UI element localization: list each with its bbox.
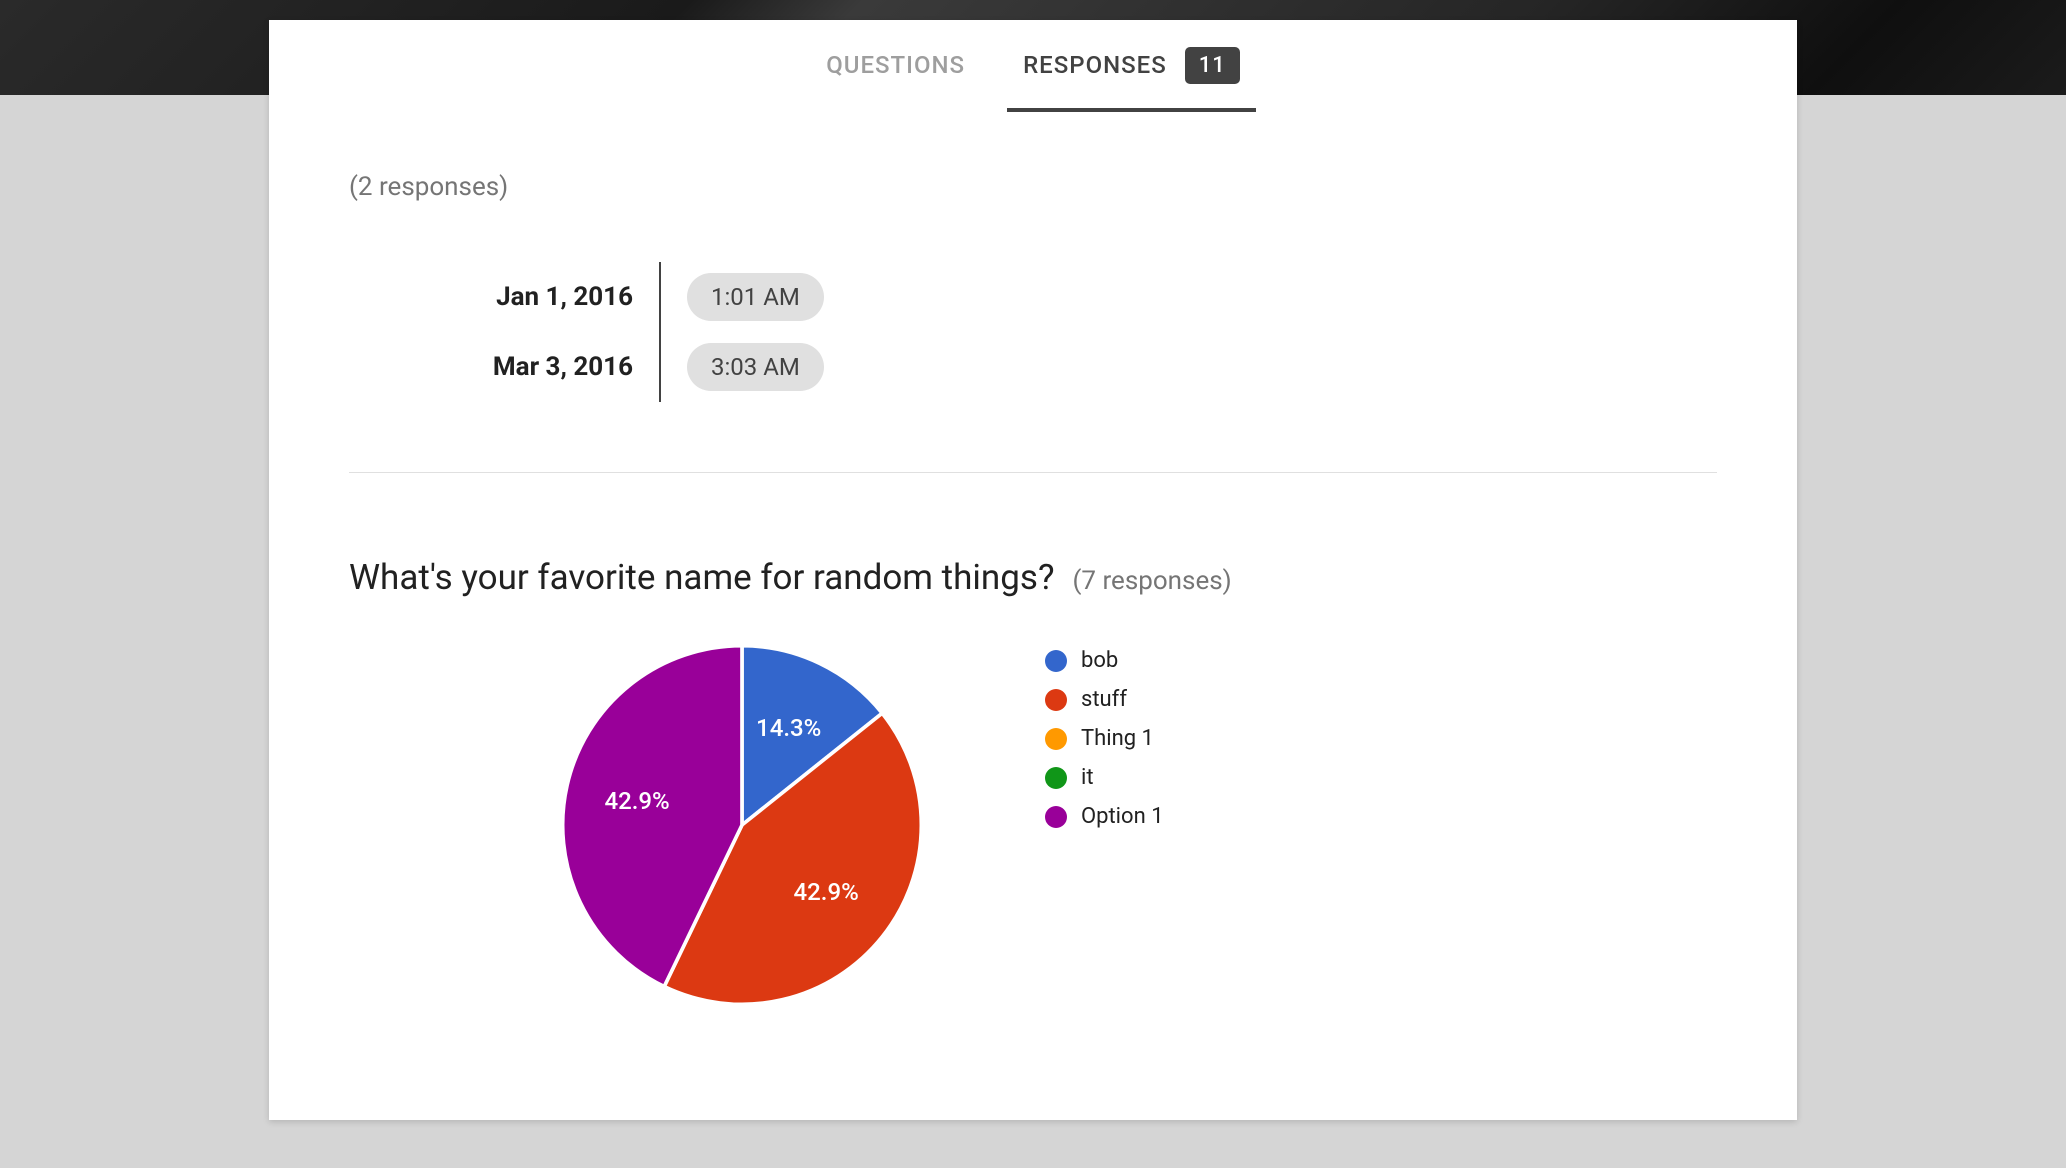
tab-questions-label: QUESTIONS: [826, 51, 965, 79]
responses-card: QUESTIONS RESPONSES 11 (2 responses) Jan…: [269, 20, 1797, 1120]
datetime-time-chip: 1:01 AM: [687, 273, 824, 321]
pie-slice-label: 42.9%: [604, 787, 669, 815]
datetime-list: Jan 1, 2016 1:01 AM Mar 3, 2016 3:03 AM: [421, 262, 1717, 402]
question-response-count: (7 responses): [1073, 566, 1232, 596]
datetime-time-chip: 3:03 AM: [687, 343, 824, 391]
datetime-date: Jan 1, 2016: [421, 282, 659, 312]
responses-count-badge: 11: [1185, 47, 1240, 84]
question-title-row: What's your favorite name for random thi…: [349, 557, 1717, 598]
question-title: What's your favorite name for random thi…: [349, 557, 1055, 598]
legend-dot-icon: [1045, 806, 1067, 828]
section-response-count: (2 responses): [349, 172, 1717, 202]
legend: bob stuff Thing 1 it Option 1: [1045, 642, 1164, 829]
legend-item[interactable]: it: [1045, 765, 1164, 790]
legend-label: Thing 1: [1081, 726, 1154, 751]
pie-slice-label: 42.9%: [793, 878, 858, 906]
pie-chart: 14.3% 42.9% 42.9%: [559, 642, 925, 1008]
pie-slice-label: 14.3%: [756, 714, 821, 742]
datetime-time-wrap: 3:03 AM: [661, 343, 824, 391]
datetime-date: Mar 3, 2016: [421, 352, 659, 382]
tab-responses-label: RESPONSES: [1023, 51, 1167, 79]
legend-item[interactable]: stuff: [1045, 687, 1164, 712]
legend-item[interactable]: Thing 1: [1045, 726, 1164, 751]
legend-dot-icon: [1045, 650, 1067, 672]
pie-svg: [559, 642, 925, 1008]
tab-questions[interactable]: QUESTIONS: [826, 23, 965, 109]
legend-dot-icon: [1045, 728, 1067, 750]
legend-label: Option 1: [1081, 804, 1164, 829]
active-tab-underline: [1007, 108, 1256, 112]
chart-row: 14.3% 42.9% 42.9% bob stuff Thing 1 it Option …: [349, 642, 1717, 1008]
question-block: What's your favorite name for random thi…: [349, 473, 1717, 1008]
legend-item[interactable]: Option 1: [1045, 804, 1164, 829]
tabbar: QUESTIONS RESPONSES 11: [269, 20, 1797, 112]
datetime-row: Mar 3, 2016 3:03 AM: [421, 332, 1717, 402]
legend-dot-icon: [1045, 689, 1067, 711]
tab-responses[interactable]: RESPONSES 11: [1023, 19, 1240, 114]
datetime-time-wrap: 1:01 AM: [661, 273, 824, 321]
content-area: (2 responses) Jan 1, 2016 1:01 AM Mar 3,…: [269, 112, 1797, 1048]
legend-label: it: [1081, 765, 1094, 790]
legend-label: stuff: [1081, 687, 1127, 712]
legend-dot-icon: [1045, 767, 1067, 789]
legend-item[interactable]: bob: [1045, 648, 1164, 673]
legend-label: bob: [1081, 648, 1118, 673]
datetime-row: Jan 1, 2016 1:01 AM: [421, 262, 1717, 332]
